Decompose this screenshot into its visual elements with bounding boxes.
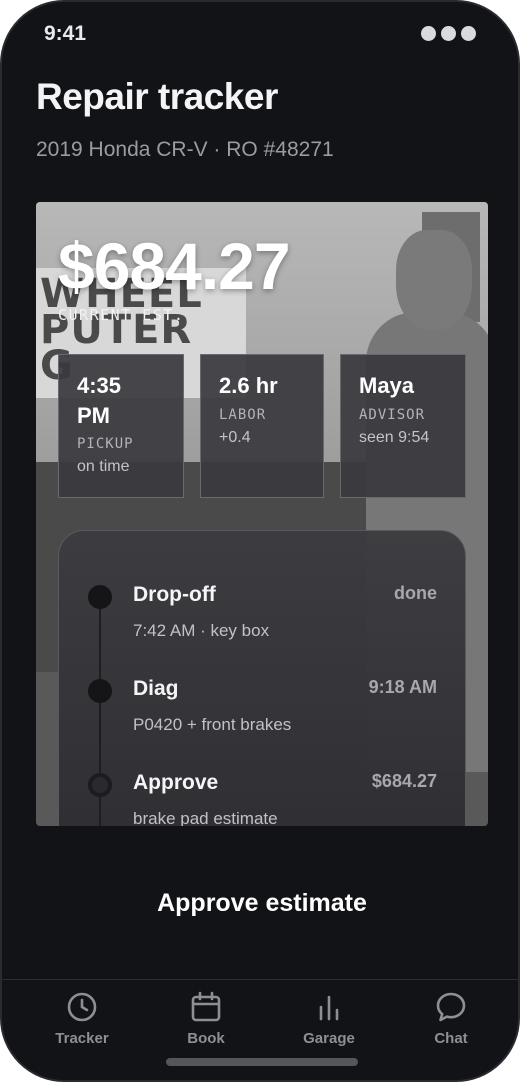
home-indicator[interactable] [166, 1058, 358, 1066]
pickup-label: PICKUP [77, 436, 134, 453]
timeline-card: Drop-off 7:42 AM · key box done Diag P04… [58, 530, 466, 826]
timeline-title: Diag [133, 677, 179, 700]
advisor-label: ADVISOR [359, 406, 426, 423]
tab-bar: Tracker Book Garage Chat [2, 979, 518, 1080]
advisor-card: Maya ADVISOR seen 9:54 [340, 354, 466, 498]
approve-estimate-button[interactable]: Approve estimate [36, 874, 488, 932]
tab-label: Tracker [55, 1030, 109, 1047]
timeline-item-dropoff[interactable]: Drop-off 7:42 AM · key box done [59, 581, 465, 661]
pickup-time: 4:35 PM [77, 373, 122, 428]
timeline-subtitle: 7:42 AM · key box [133, 621, 270, 640]
status-time: 9:41 [44, 22, 87, 45]
labor-note: +0.4 [219, 428, 251, 446]
phone-frame: 9:41 Repair tracker 2019 Honda CR-V · RO… [0, 0, 520, 1082]
clock-icon [67, 992, 97, 1022]
status-bar: 9:41 [2, 2, 518, 66]
step-pending-icon [88, 773, 112, 797]
timeline-title: Approve [133, 771, 219, 794]
calendar-icon [191, 991, 221, 1022]
bar-chart-icon [319, 995, 339, 1021]
more-dots-icon[interactable] [421, 26, 476, 41]
timeline-item-diag[interactable]: Diag P0420 + front brakes 9:18 AM [59, 675, 465, 755]
timeline-subtitle: brake pad estimate [133, 809, 278, 826]
tab-label: Garage [303, 1030, 355, 1047]
tab-chat[interactable]: Chat [401, 990, 501, 1060]
step-done-icon [88, 679, 112, 703]
tab-label: Chat [434, 1030, 468, 1047]
timeline-title: Drop-off [133, 583, 216, 606]
tab-garage[interactable]: Garage [279, 990, 379, 1060]
photo-statue-head [396, 230, 472, 330]
pickup-card: 4:35 PM PICKUP on time [58, 354, 184, 498]
page-title: Repair tracker [36, 76, 278, 117]
advisor-name: Maya [359, 373, 415, 398]
step-done-icon [88, 585, 112, 609]
pickup-note: on time [77, 458, 130, 476]
estimate-hero: WHEEL PUTER G $684.27 CURRENT EST. 4:35 PM… [36, 202, 488, 826]
labor-card: 2.6 hr LABOR +0.4 [200, 354, 324, 498]
labor-label: LABOR [219, 406, 267, 423]
timeline-meta: 9:18 AM [368, 677, 437, 697]
vehicle-subtitle: 2019 Honda CR-V · RO #48271 [36, 138, 334, 161]
estimate-amount: $684.27 [58, 229, 291, 303]
labor-hours: 2.6 hr [219, 373, 278, 398]
tab-tracker[interactable]: Tracker [32, 990, 132, 1060]
timeline-meta: done [394, 583, 437, 603]
timeline-meta: $684.27 [371, 771, 437, 791]
advisor-note: seen 9:54 [359, 428, 430, 446]
tab-book[interactable]: Book [156, 990, 256, 1060]
chat-bubble-icon [436, 992, 466, 1022]
timeline-subtitle: P0420 + front brakes [133, 715, 292, 734]
tab-label: Book [187, 1030, 225, 1047]
timeline-item-approve[interactable]: Approve brake pad estimate $684.27 [59, 769, 465, 826]
estimate-label: CURRENT EST. [58, 306, 185, 324]
